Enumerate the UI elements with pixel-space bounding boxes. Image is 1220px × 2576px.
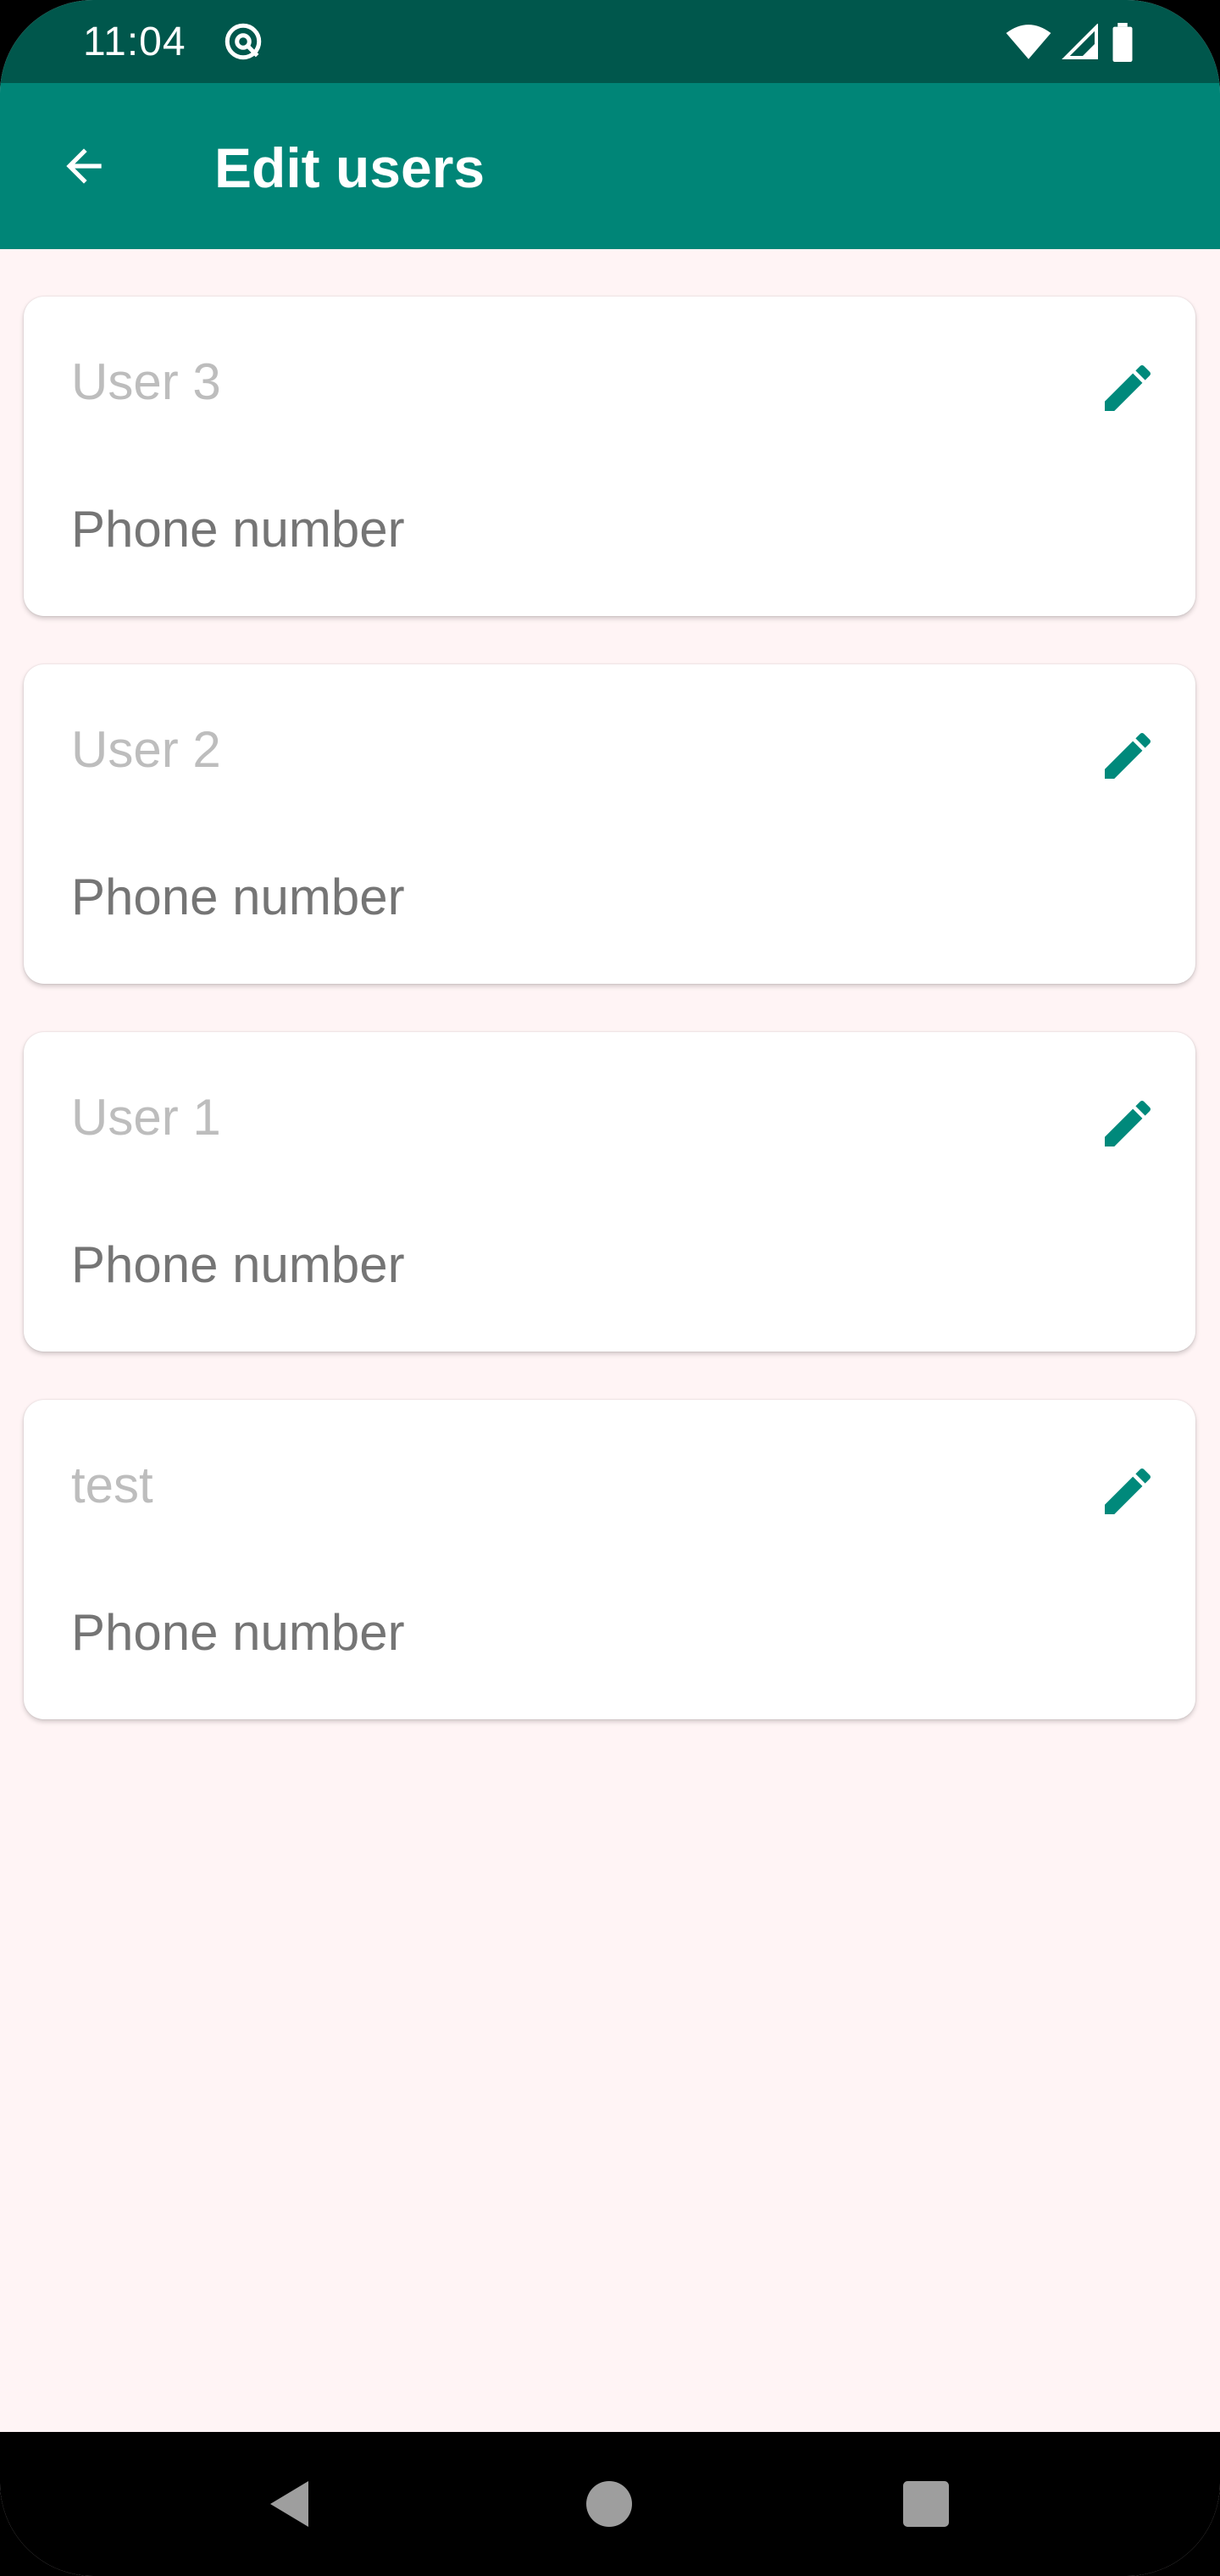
- user-name: User 2: [71, 721, 221, 778]
- status-bar: 11:04: [0, 0, 1220, 83]
- wifi-icon: [1006, 25, 1051, 59]
- status-time: 11:04: [83, 19, 186, 64]
- recents-square-icon: [903, 2481, 949, 2527]
- at-sign-icon: [225, 23, 262, 60]
- user-name: User 3: [71, 353, 221, 410]
- navigation-bar: [0, 2432, 1220, 2576]
- device-screen: 11:04 Edit users User 3 Phone number Use…: [0, 0, 1220, 2576]
- user-card: User 3: [24, 297, 1195, 616]
- pencil-icon: [1105, 1468, 1151, 1514]
- status-icons: [1005, 22, 1135, 63]
- app-bar: Edit users: [0, 83, 1220, 249]
- phone-number-field[interactable]: [71, 1603, 1003, 1662]
- user-name: test: [71, 1457, 153, 1513]
- edit-user-button[interactable]: [1085, 713, 1170, 798]
- home-circle-icon: [586, 2481, 632, 2527]
- edit-user-button[interactable]: [1085, 346, 1170, 430]
- edit-user-button[interactable]: [1085, 1081, 1170, 1166]
- back-button[interactable]: [46, 132, 122, 200]
- pencil-icon: [1105, 732, 1151, 779]
- user-card: User 1: [24, 1032, 1195, 1352]
- pencil-icon: [1105, 1100, 1151, 1146]
- nav-recents-button[interactable]: [888, 2466, 964, 2542]
- user-card: User 2: [24, 664, 1195, 984]
- back-triangle-icon: [270, 2481, 308, 2527]
- pencil-icon: [1105, 364, 1151, 411]
- signal-icon: [1062, 24, 1098, 59]
- phone-number-field[interactable]: [71, 868, 1003, 926]
- nav-home-button[interactable]: [571, 2466, 647, 2542]
- user-card: test: [24, 1400, 1195, 1719]
- battery-icon: [1112, 23, 1133, 62]
- page-title: Edit users: [214, 136, 485, 199]
- nav-back-button[interactable]: [252, 2466, 329, 2542]
- arrow-back-icon: [66, 148, 102, 184]
- user-name: User 1: [71, 1089, 221, 1146]
- edit-user-button[interactable]: [1085, 1449, 1170, 1534]
- phone-number-field[interactable]: [71, 500, 1003, 558]
- phone-number-field[interactable]: [71, 1235, 1003, 1294]
